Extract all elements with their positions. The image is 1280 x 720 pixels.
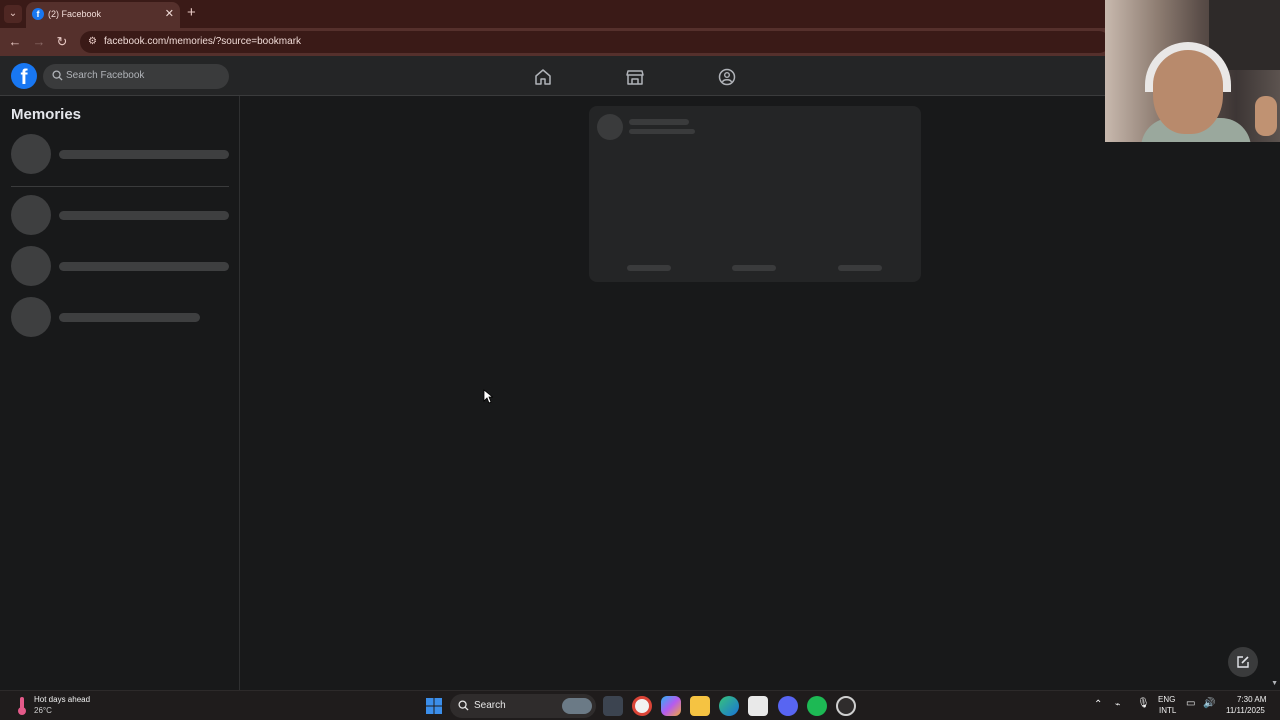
clock-date[interactable]: 11/11/2025 — [1226, 706, 1265, 715]
skeleton-avatar — [11, 297, 51, 337]
browser-tab[interactable]: f (2) Facebook ✕ — [26, 2, 180, 28]
tab-close-icon[interactable]: ✕ — [165, 7, 174, 20]
loading-skeleton-row — [11, 134, 231, 174]
loading-skeleton-row — [11, 246, 231, 286]
search-icon — [458, 700, 469, 711]
skeleton-avatar — [11, 134, 51, 174]
wifi-icon[interactable]: ▭ — [1186, 698, 1195, 709]
search-placeholder: Search Facebook — [66, 70, 145, 81]
skeleton-action — [627, 265, 671, 271]
new-tab-button[interactable]: + — [187, 4, 196, 21]
loading-skeleton-row — [11, 195, 231, 235]
network-icon[interactable]: ⌁ — [1115, 699, 1120, 710]
reload-button[interactable]: ↻ — [54, 34, 70, 50]
home-icon[interactable] — [534, 68, 552, 86]
file-explorer-icon[interactable] — [690, 696, 710, 716]
address-toolbar: ← → ↻ ⚙ facebook.com/memories/?source=bo… — [0, 28, 1280, 56]
discord-icon[interactable] — [778, 696, 798, 716]
divider — [11, 186, 229, 187]
clock-time[interactable]: 7:30 AM — [1237, 695, 1266, 704]
taskbar-search[interactable]: Search — [450, 694, 596, 718]
page-title: Memories — [11, 106, 82, 123]
webcam-person-hand — [1255, 96, 1277, 136]
skeleton-action — [732, 265, 776, 271]
skeleton-avatar — [11, 246, 51, 286]
url-text: facebook.com/memories/?source=bookmark — [104, 36, 302, 47]
facebook-header: f Search Facebook — [0, 56, 1280, 96]
app-icon[interactable] — [836, 696, 856, 716]
address-bar[interactable]: ⚙ facebook.com/memories/?source=bookmark — [80, 31, 1110, 53]
task-view-icon[interactable] — [603, 696, 623, 716]
page-scrollbar[interactable] — [1270, 96, 1280, 690]
search-icon — [52, 70, 63, 81]
copilot-icon[interactable] — [661, 696, 681, 716]
skeleton-line — [59, 262, 229, 271]
skeleton-action — [838, 265, 882, 271]
forward-button[interactable]: → — [31, 34, 47, 49]
weather-thermometer-icon[interactable] — [14, 696, 30, 716]
search-highlight-image — [562, 698, 592, 714]
skeleton-line — [629, 119, 689, 125]
weather-temp[interactable]: 26°C — [34, 706, 52, 715]
language-top[interactable]: ENG — [1158, 695, 1175, 704]
skeleton-line — [59, 313, 200, 322]
windows-start-icon[interactable] — [424, 696, 444, 716]
spotify-icon[interactable] — [807, 696, 827, 716]
site-info-icon[interactable]: ⚙ — [88, 36, 97, 47]
facebook-logo[interactable]: f — [11, 63, 37, 89]
webcam-overlay — [1105, 0, 1280, 142]
taskbar-search-label: Search — [474, 700, 506, 711]
new-message-button[interactable] — [1228, 647, 1258, 677]
loading-post-card — [589, 106, 921, 282]
tab-search-button[interactable]: ⌄ — [4, 5, 22, 23]
groups-icon[interactable] — [718, 68, 736, 86]
edge-icon[interactable] — [719, 696, 739, 716]
tab-title: (2) Facebook — [48, 9, 102, 19]
weather-title[interactable]: Hot days ahead — [34, 695, 90, 704]
facebook-favicon-icon: f — [32, 8, 44, 20]
volume-icon[interactable]: 🔊 — [1203, 698, 1215, 709]
marketplace-icon[interactable] — [626, 68, 644, 86]
windows-taskbar: Hot days ahead 26°C Search ⌃ ⌁ 🎙 ENG INT… — [0, 690, 1280, 720]
microphone-icon[interactable]: 🎙 — [1137, 698, 1150, 709]
skeleton-avatar — [11, 195, 51, 235]
language-bottom[interactable]: INTL — [1159, 706, 1176, 715]
skeleton-line — [59, 150, 229, 159]
microsoft-store-icon[interactable] — [748, 696, 768, 716]
tray-chevron-up-icon[interactable]: ⌃ — [1094, 699, 1102, 710]
skeleton-line — [629, 129, 695, 134]
skeleton-line — [59, 211, 229, 220]
skeleton-avatar — [597, 114, 623, 140]
scroll-down-arrow-icon[interactable]: ▼ — [1271, 680, 1278, 687]
loading-skeleton-row — [11, 297, 231, 337]
memories-sidebar: Memories — [0, 96, 240, 690]
browser-tab-strip: ⌄ f (2) Facebook ✕ + — [0, 0, 1280, 28]
search-input[interactable]: Search Facebook — [43, 64, 229, 89]
chrome-icon[interactable] — [632, 696, 652, 716]
mouse-cursor-icon — [483, 389, 493, 404]
back-button[interactable]: ← — [7, 34, 23, 49]
compose-icon — [1237, 656, 1249, 668]
